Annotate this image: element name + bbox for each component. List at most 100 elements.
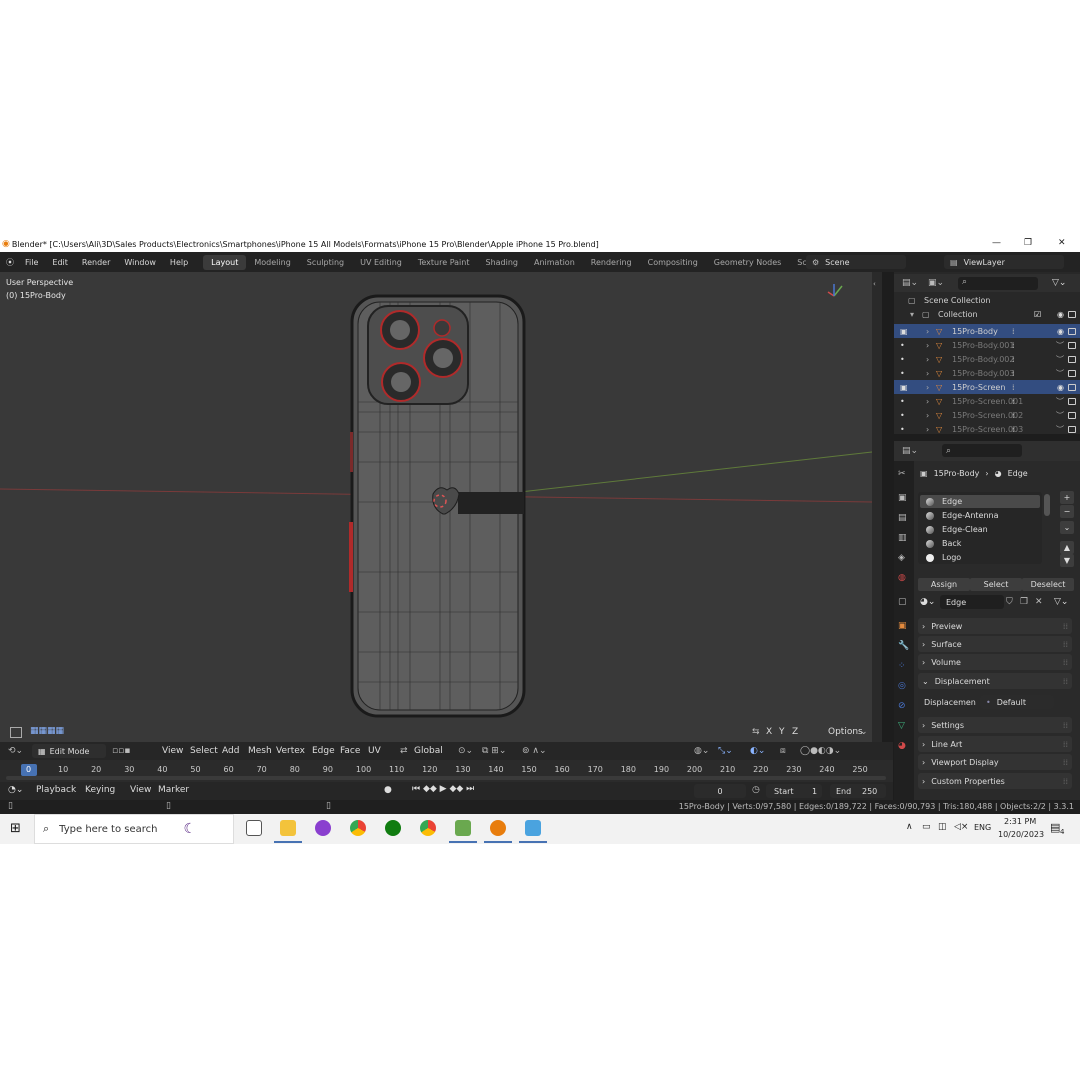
tab-animation[interactable]: Animation xyxy=(526,258,583,267)
playback-menu[interactable]: Playback xyxy=(36,785,76,795)
expand-arrow-icon[interactable]: › xyxy=(926,383,929,392)
eye-icon[interactable]: ◉ xyxy=(1057,310,1064,319)
tab-modeling[interactable]: Modeling xyxy=(246,258,298,267)
camera-icon[interactable] xyxy=(1068,341,1076,349)
overlays-icon[interactable]: ◐⌄ xyxy=(750,746,765,756)
axis-y-toggle[interactable]: Y xyxy=(779,727,785,737)
camera-icon[interactable] xyxy=(1068,310,1076,318)
camera-icon[interactable] xyxy=(1068,425,1076,433)
header-menu-add[interactable]: Add xyxy=(222,746,239,756)
taskbar-search-box[interactable]: ⌕ Type here to search ☾ xyxy=(34,814,234,844)
eye-icon[interactable]: ◉ xyxy=(1057,383,1064,392)
expand-arrow-icon[interactable]: › xyxy=(926,369,929,378)
hidden-eye-icon[interactable]: ︶ xyxy=(1056,340,1064,351)
blender-taskbar-icon[interactable] xyxy=(490,820,506,836)
header-menu-view[interactable]: View xyxy=(162,746,183,756)
camera-icon[interactable] xyxy=(1068,383,1076,391)
timeline-scrollbar[interactable] xyxy=(6,776,886,780)
minimize-button[interactable]: — xyxy=(992,238,1001,248)
panel-custom-properties[interactable]: › Custom Properties ⁞⁞ xyxy=(918,773,1072,789)
app-icon[interactable] xyxy=(525,820,541,836)
pivot-icon[interactable]: ⊙⌄ xyxy=(458,746,473,756)
object-tab-icon[interactable]: ▣ xyxy=(898,621,907,631)
hidden-eye-icon[interactable]: ︶ xyxy=(1056,396,1064,407)
panel-preview[interactable]: › Preview ⁞⁞ xyxy=(918,618,1072,634)
visibility-icon[interactable]: ◍⌄ xyxy=(694,746,709,756)
add-slot-button[interactable]: + xyxy=(1060,491,1074,504)
outliner-item[interactable]: ▣ › ▽ 15Pro-Screen ⁞ ◉ xyxy=(894,380,1080,394)
panel-volume[interactable]: › Volume ⁞⁞ xyxy=(918,654,1072,670)
select-mode-icons[interactable]: ▫▫▪ xyxy=(112,746,130,756)
material-tab-icon[interactable]: ◕ xyxy=(898,741,906,751)
tab-texture-paint[interactable]: Texture Paint xyxy=(410,258,478,267)
camera-icon[interactable] xyxy=(1068,355,1076,363)
world-tab-icon[interactable]: ◍ xyxy=(898,573,906,583)
particles-tab-icon[interactable]: ⁘ xyxy=(898,661,906,671)
tray-chevron-icon[interactable]: ∧ xyxy=(906,822,913,832)
expand-arrow-icon[interactable]: › xyxy=(926,327,929,336)
tab-sculpting[interactable]: Sculpting xyxy=(299,258,352,267)
outliner-item[interactable]: • › ▽ 15Pro-Body.003 ⁞ ︶ xyxy=(894,366,1080,380)
outliner-item[interactable]: • › ▽ 15Pro-Screen.002 ⁞ ︶ xyxy=(894,408,1080,422)
scene-collection-row[interactable]: ▢ Scene Collection xyxy=(894,293,1080,307)
outliner-item[interactable]: • › ▽ 15Pro-Screen.003 ⁞ ︶ xyxy=(894,422,1080,436)
expand-arrow-icon[interactable]: ▾ xyxy=(910,310,914,319)
menu-edit[interactable]: Edit xyxy=(45,258,75,267)
scene-selector[interactable]: ⚙ Scene xyxy=(806,255,906,269)
header-menu-vertex[interactable]: Vertex xyxy=(276,746,305,756)
unlink-icon[interactable]: ✕ xyxy=(1035,597,1043,607)
filter-icon[interactable]: ▽⌄ xyxy=(1054,597,1068,607)
gizmo-icon[interactable]: ⤡⌄ xyxy=(718,746,733,756)
language-indicator[interactable]: ENG xyxy=(974,823,991,832)
drag-handle-icon[interactable]: ⁞⁞ xyxy=(1063,658,1068,667)
render-tab-icon[interactable]: ▣ xyxy=(898,493,907,503)
task-view-icon[interactable] xyxy=(246,820,262,836)
scene-tab-icon[interactable]: ◈ xyxy=(898,553,905,563)
panel-settings[interactable]: › Settings ⁞⁞ xyxy=(918,717,1072,733)
hidden-eye-icon[interactable]: ︶ xyxy=(1056,368,1064,379)
chevron-down-icon[interactable]: ⌄ xyxy=(860,727,868,737)
maximize-button[interactable]: ❐ xyxy=(1024,238,1032,248)
slot-menu-button[interactable]: ⌄ xyxy=(1060,521,1074,534)
drag-handle-icon[interactable]: ⁞⁞ xyxy=(1063,721,1068,730)
drag-handle-icon[interactable]: ⁞⁞ xyxy=(1063,640,1068,649)
app-icon[interactable] xyxy=(455,820,471,836)
material-browse-icon[interactable]: ◕⌄ xyxy=(920,597,935,607)
material-slot[interactable]: Back xyxy=(920,537,1040,550)
mode-select[interactable]: ▦ Edit Mode xyxy=(32,744,106,758)
battery-icon[interactable]: ▭ xyxy=(922,822,931,832)
output-tab-icon[interactable]: ▤ xyxy=(898,513,907,523)
outliner-item[interactable]: • › ▽ 15Pro-Body.001 ⁞ ︶ xyxy=(894,338,1080,352)
slot-list-scrollbar[interactable] xyxy=(1044,494,1050,516)
material-slot[interactable]: Logo xyxy=(920,551,1040,564)
clock-date[interactable]: 10/20/2023 xyxy=(998,830,1044,839)
notification-icon[interactable]: ▤ xyxy=(1050,821,1060,834)
physics-tab-icon[interactable]: ◎ xyxy=(898,681,906,691)
assign-button[interactable]: Assign xyxy=(918,578,970,591)
editor-type-icon[interactable]: ⟲⌄ xyxy=(8,746,23,756)
record-icon[interactable]: ● xyxy=(384,785,392,795)
view-layer-tab-icon[interactable]: ▥ xyxy=(898,533,907,543)
hidden-eye-icon[interactable]: ︶ xyxy=(1056,410,1064,421)
viewport-sidebar-toggle[interactable]: ‹ xyxy=(872,272,882,742)
tab-uv-editing[interactable]: UV Editing xyxy=(352,258,410,267)
data-tab-icon[interactable]: ▽ xyxy=(898,721,905,731)
displacement-method-select[interactable]: • Default xyxy=(980,695,1054,709)
snap-icon[interactable]: ⧉ ⊞⌄ xyxy=(482,746,506,756)
collection-row[interactable]: ▾ ▢ Collection ☑ ◉ xyxy=(894,307,1080,321)
properties-search-input[interactable] xyxy=(942,444,1022,457)
chrome-icon[interactable] xyxy=(350,820,366,836)
chrome-profile-icon[interactable] xyxy=(420,820,436,836)
view-layer-selector[interactable]: ▤ ViewLayer xyxy=(944,255,1064,269)
start-frame-field[interactable]: Start 1 xyxy=(766,784,822,798)
expand-arrow-icon[interactable]: › xyxy=(926,355,929,364)
outliner-item-name[interactable]: 15Pro-Body.002 xyxy=(952,355,1015,364)
drag-handle-icon[interactable]: ⁞⁞ xyxy=(1063,622,1068,631)
material-slot[interactable]: Edge-Antenna xyxy=(920,509,1040,522)
axis-z-toggle[interactable]: Z xyxy=(792,727,798,737)
header-menu-select[interactable]: Select xyxy=(190,746,218,756)
display-mode-icon[interactable]: ▤⌄ xyxy=(902,278,918,288)
blender-menu-icon[interactable]: ⦿ xyxy=(0,257,18,268)
shading-mode-icons[interactable]: ◯●◐◑⌄ xyxy=(800,746,841,756)
file-explorer-icon[interactable] xyxy=(280,820,296,836)
